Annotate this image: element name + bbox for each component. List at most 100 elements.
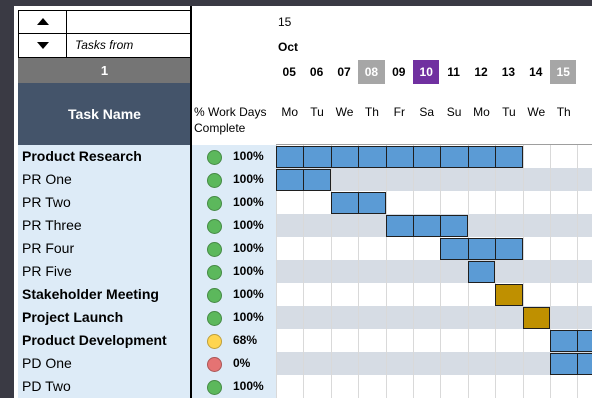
pct-value: 100% xyxy=(233,310,264,324)
date-header-07: 07 xyxy=(337,65,351,79)
status-green-icon xyxy=(207,311,222,326)
bar-cell-divider xyxy=(467,146,469,168)
pct-value: 100% xyxy=(233,149,264,163)
pct-complete-cell[interactable]: 100% xyxy=(192,237,276,260)
weekday-header: Th xyxy=(364,105,379,119)
task-name-cell[interactable]: PR Three xyxy=(18,214,190,237)
date-header-14: 14 xyxy=(529,65,543,79)
status-yellow-icon xyxy=(207,334,222,349)
date-header-08: 08 xyxy=(358,60,385,84)
gridline xyxy=(330,145,332,398)
date-header-13: 13 xyxy=(501,65,516,79)
weekday-header: Sa xyxy=(419,105,435,119)
bar-cell-divider xyxy=(440,146,442,168)
task-name-cell[interactable]: Stakeholder Meeting xyxy=(18,283,190,306)
task-name-cell[interactable]: PD One xyxy=(18,352,190,375)
date-header-09: 09 xyxy=(392,65,406,79)
pct-complete-cell[interactable]: 100% xyxy=(192,214,276,237)
gantt-row-bg xyxy=(276,260,592,283)
task-name-cell[interactable]: PR One xyxy=(18,168,190,191)
task-name-cell[interactable]: Product Research xyxy=(18,145,190,168)
task-name-cell[interactable]: PR Two xyxy=(18,191,190,214)
pct-complete-cell[interactable]: 68% xyxy=(192,329,276,352)
gantt-sheet: Tasks from 1 Task Name % Work Days Compl… xyxy=(14,6,592,398)
gantt-bar[interactable] xyxy=(495,284,523,306)
status-red-icon xyxy=(207,357,222,372)
arrow-up-icon xyxy=(37,18,49,25)
bar-cell-divider xyxy=(577,330,579,352)
status-green-icon xyxy=(207,288,222,303)
pct-complete-cell[interactable]: 0% xyxy=(192,352,276,375)
weekday-header: We xyxy=(335,105,354,119)
status-green-icon xyxy=(207,219,222,234)
gridline xyxy=(522,145,524,398)
top-blank-cell xyxy=(67,10,191,34)
weekday-header: Fr xyxy=(393,105,405,119)
task-name-cell[interactable]: Project Launch xyxy=(18,306,190,329)
pct-complete-cell[interactable]: 100% xyxy=(192,168,276,191)
bar-cell-divider xyxy=(495,238,497,260)
task-name-cell[interactable]: PR Five xyxy=(18,260,190,283)
weekday-header: Mo xyxy=(281,105,299,119)
gridline xyxy=(440,145,442,398)
pct-value: 100% xyxy=(233,172,264,186)
gridline xyxy=(413,145,414,398)
pct-complete-cell[interactable]: 100% xyxy=(192,283,276,306)
pct-complete-cell[interactable]: 100% xyxy=(192,191,276,214)
date-header-12: 12 xyxy=(474,65,488,79)
task-name-header: Task Name xyxy=(18,83,191,145)
bar-cell-divider xyxy=(440,215,442,237)
status-green-icon xyxy=(207,150,222,165)
scroll-up-button[interactable] xyxy=(18,10,67,34)
status-green-icon xyxy=(207,380,222,395)
bar-cell-divider xyxy=(413,215,414,237)
task-rows: Product Research 100% PR One 100% PR Two 100%… xyxy=(14,145,592,398)
gantt-bar[interactable] xyxy=(522,307,550,329)
gantt-bar[interactable] xyxy=(276,146,523,168)
weekday-header: We xyxy=(527,105,546,119)
pct-complete-cell[interactable]: 100% xyxy=(192,375,276,398)
gantt-bar[interactable] xyxy=(467,261,496,283)
status-green-icon xyxy=(207,196,222,211)
bar-cell-divider xyxy=(467,238,469,260)
gantt-bar[interactable] xyxy=(550,353,592,375)
gantt-bar[interactable] xyxy=(440,238,523,260)
pct-complete-header: % Work Days Complete xyxy=(194,105,267,135)
weekday-header: Su xyxy=(446,105,462,119)
date-header-15: 15 xyxy=(550,60,577,84)
year-label: 15 xyxy=(278,15,292,29)
status-green-icon xyxy=(207,173,222,188)
bar-cell-divider xyxy=(358,146,360,168)
start-task-number[interactable]: 1 xyxy=(18,58,191,83)
gantt-row-bg xyxy=(276,191,592,214)
bar-cell-divider xyxy=(358,192,360,214)
gantt-row-bg xyxy=(276,375,592,398)
pct-value: 100% xyxy=(233,287,264,301)
status-green-icon xyxy=(207,265,222,280)
scroll-down-button[interactable] xyxy=(18,34,67,58)
task-name-cell[interactable]: PD Two xyxy=(18,375,190,398)
date-row: 05 06 07 08 09 10 11 12 13 14 15 xyxy=(276,60,592,84)
pct-value: 100% xyxy=(233,264,264,278)
gantt-bar[interactable] xyxy=(550,330,592,352)
task-name-cell[interactable]: Product Development xyxy=(18,329,190,352)
task-name-cell[interactable]: PR Four xyxy=(18,237,190,260)
status-green-icon xyxy=(207,242,222,257)
pct-complete-cell[interactable]: 100% xyxy=(192,145,276,168)
bar-cell-divider xyxy=(303,146,305,168)
pct-complete-cell[interactable]: 100% xyxy=(192,306,276,329)
gantt-bar[interactable] xyxy=(385,215,468,237)
weekday-header: Tu xyxy=(502,105,516,119)
date-header-06: 06 xyxy=(309,65,324,79)
gantt-row-bg xyxy=(276,329,592,352)
date-header-11: 11 xyxy=(447,65,460,79)
gridline xyxy=(358,145,360,398)
gantt-row-bg xyxy=(276,283,592,306)
pct-complete-cell[interactable]: 100% xyxy=(192,260,276,283)
bar-cell-divider xyxy=(330,146,332,168)
date-header-10: 10 xyxy=(413,60,440,84)
bar-cell-divider xyxy=(385,146,387,168)
gridline xyxy=(385,145,387,398)
weekday-header: Tu xyxy=(310,105,324,119)
weekday-header: Th xyxy=(556,105,571,119)
